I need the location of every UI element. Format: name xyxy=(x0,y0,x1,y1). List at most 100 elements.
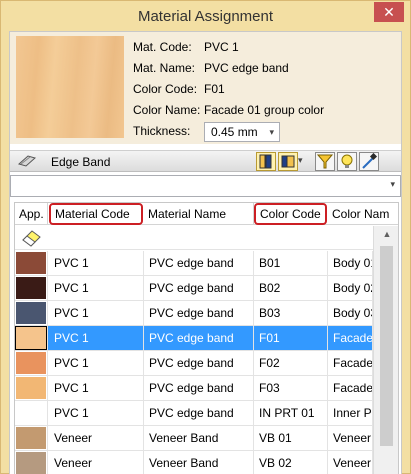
mat-name-label: Mat. Name: xyxy=(133,61,196,75)
color-swatch-cell xyxy=(15,426,48,451)
thickness-label: Thickness: xyxy=(133,124,191,138)
filter-button[interactable] xyxy=(315,152,335,171)
mat-code-row: Mat. Code: PVC 1 xyxy=(133,40,324,61)
table-row[interactable]: PVC 1PVC edge bandB02Body 02 gr xyxy=(15,276,373,301)
edge-band-icon xyxy=(18,155,36,167)
chevron-down-icon: ▾ xyxy=(390,179,395,189)
color-swatch xyxy=(16,302,46,324)
color-swatch-cell xyxy=(15,451,48,474)
material-name-cell: PVC edge band xyxy=(144,376,254,401)
material-code-cell: Veneer xyxy=(49,426,144,451)
column-header-material-name[interactable]: Material Name xyxy=(144,203,254,225)
color-swatch-cell xyxy=(15,401,48,426)
column-header-color-name[interactable]: Color Nam xyxy=(328,203,398,225)
edge-apply-button[interactable] xyxy=(256,152,276,171)
color-swatch xyxy=(16,377,46,399)
material-code-cell: Veneer xyxy=(49,451,144,474)
color-code-cell: B01 xyxy=(254,251,328,276)
column-header-color-code[interactable]: Color Code xyxy=(254,203,327,225)
chevron-down-icon[interactable]: ▾ xyxy=(298,155,303,166)
eraser-icon[interactable] xyxy=(21,228,43,248)
eyedropper-icon xyxy=(362,152,378,169)
material-code-cell: PVC 1 xyxy=(49,401,144,426)
material-info: Mat. Code: PVC 1 Mat. Name: PVC edge ban… xyxy=(133,40,324,145)
title-bar[interactable]: Material Assignment ✕ xyxy=(1,1,410,31)
mat-code-label: Mat. Code: xyxy=(133,40,192,54)
material-code-cell: PVC 1 xyxy=(49,276,144,301)
material-name-cell: PVC edge band xyxy=(144,351,254,376)
material-name-cell: PVC edge band xyxy=(144,326,254,351)
table-row[interactable]: VeneerVeneer BandVB 01Veneer for xyxy=(15,426,373,451)
color-swatch-cell xyxy=(15,301,48,326)
color-code-cell: VB 01 xyxy=(254,426,328,451)
material-assignment-window: Material Assignment ✕ Mat. Code: PVC 1 M… xyxy=(0,0,411,474)
table-row-selected[interactable]: PVC 1PVC edge bandF01Facade 01 g xyxy=(15,326,373,351)
table-row[interactable]: PVC 1PVC edge bandB03Body 03 gr xyxy=(15,301,373,326)
scroll-thumb[interactable] xyxy=(380,246,393,446)
clear-assignment-row[interactable] xyxy=(15,226,373,250)
scroll-up-arrow-icon[interactable]: ▲ xyxy=(374,226,398,243)
table-row[interactable]: PVC 1PVC edge bandIN PRT 01Inner Parts xyxy=(15,401,373,426)
color-swatch-cell xyxy=(15,276,48,301)
edge-apply-all-icon xyxy=(281,155,295,168)
vertical-scrollbar[interactable]: ▲ xyxy=(373,226,398,474)
material-name-cell: PVC edge band xyxy=(144,401,254,426)
material-grid: App. Material Code Material Name Color C… xyxy=(14,202,399,474)
mat-code-value: PVC 1 xyxy=(204,40,239,54)
material-name-cell: PVC edge band xyxy=(144,251,254,276)
thickness-select[interactable]: 0.45 mm ▾ xyxy=(204,122,280,142)
color-code-value: F01 xyxy=(204,82,225,96)
color-name-cell: Body 03 gr xyxy=(328,301,373,326)
color-name-value: Facade 01 group color xyxy=(204,103,325,117)
eyedropper-button[interactable] xyxy=(359,152,379,171)
color-code-cell: VB 02 xyxy=(254,451,328,474)
mat-name-value: PVC edge band xyxy=(204,61,289,75)
color-name-cell: Body 01 gr xyxy=(328,251,373,276)
mat-name-row: Mat. Name: PVC edge band xyxy=(133,61,324,82)
color-swatch xyxy=(16,402,46,424)
material-name-cell: PVC edge band xyxy=(144,301,254,326)
color-code-cell: F03 xyxy=(254,376,328,401)
chevron-down-icon: ▾ xyxy=(269,127,274,137)
table-row[interactable]: VeneerVeneer BandVB 02Veneer for xyxy=(15,451,373,474)
material-code-cell: PVC 1 xyxy=(49,351,144,376)
bulb-button[interactable] xyxy=(337,152,357,171)
color-name-cell: Veneer for xyxy=(328,426,373,451)
color-swatch xyxy=(16,352,46,374)
color-swatch-cell xyxy=(15,351,48,376)
material-info-panel: Mat. Code: PVC 1 Mat. Name: PVC edge ban… xyxy=(10,32,401,144)
column-header-app[interactable]: App. xyxy=(15,203,48,225)
filter-icon xyxy=(316,154,334,169)
color-swatch-cell xyxy=(15,326,48,351)
material-name-cell: Veneer Band xyxy=(144,426,254,451)
color-swatch xyxy=(16,252,46,274)
edge-apply-all-button[interactable] xyxy=(278,152,298,171)
color-swatch xyxy=(16,277,46,299)
material-code-cell: PVC 1 xyxy=(49,326,144,351)
window-title: Material Assignment xyxy=(137,8,274,25)
material-name-cell: PVC edge band xyxy=(144,276,254,301)
column-header-material-code[interactable]: Material Code xyxy=(49,203,143,225)
table-row[interactable]: PVC 1PVC edge bandF03Facade 03 g xyxy=(15,376,373,401)
color-code-cell: F01 xyxy=(254,326,328,351)
color-swatch xyxy=(16,452,46,474)
color-swatch-cell xyxy=(15,376,48,401)
color-name-cell: Body 02 gr xyxy=(328,276,373,301)
toolbar-label: Edge Band xyxy=(51,155,111,169)
color-code-cell: B03 xyxy=(254,301,328,326)
table-row[interactable]: PVC 1PVC edge bandF02Facade 02 g xyxy=(15,351,373,376)
material-name-cell: Veneer Band xyxy=(144,451,254,474)
color-code-cell: F02 xyxy=(254,351,328,376)
color-name-cell: Veneer for xyxy=(328,451,373,474)
color-name-row: Color Name: Facade 01 group color xyxy=(133,103,324,124)
color-name-cell: Facade 01 g xyxy=(328,326,373,351)
color-name-label: Color Name: xyxy=(133,103,201,117)
material-swatch-wood-texture xyxy=(16,36,124,138)
table-row[interactable]: PVC 1PVC edge bandB01Body 01 gr xyxy=(15,251,373,276)
filter-combo[interactable]: ▾ xyxy=(10,175,401,197)
thickness-row: Thickness: 0.45 mm ▾ xyxy=(133,122,324,145)
close-button[interactable]: ✕ xyxy=(374,2,404,22)
edge-apply-icon xyxy=(259,154,272,169)
color-code-label: Color Code: xyxy=(133,82,198,96)
color-swatch-cell xyxy=(15,251,48,276)
